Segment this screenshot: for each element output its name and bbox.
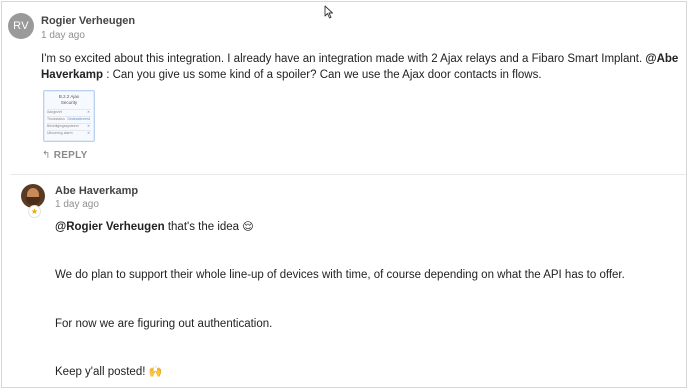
post-text: Keep y'all posted!	[55, 366, 149, 378]
raised-hands-emoji-icon: 🙌	[148, 365, 163, 378]
reply-label: REPLY	[53, 150, 88, 161]
post-line: @Rogier Verheugen that's the idea 😌	[55, 219, 675, 235]
avatar-beard	[26, 197, 40, 205]
reply-button[interactable]: ↰ REPLY	[42, 150, 88, 161]
attachment-row: Uitvoering alarm ✕	[47, 130, 91, 135]
post-rogier: RV Rogier Verheugen 1 day ago I'm so exc…	[2, 2, 686, 174]
topic-thread: RV Rogier Verheugen 1 day ago I'm so exc…	[1, 1, 687, 388]
author-name[interactable]: Abe Haverkamp	[55, 185, 138, 197]
attachment-row: Aangezet ✕	[47, 109, 91, 114]
post-abe	[2, 175, 686, 391]
post-text: I'm so excited about this integration. I…	[41, 53, 646, 65]
avatar[interactable]: RV	[8, 13, 34, 39]
attachment-title: B.2.2 Ajax Security	[58, 94, 80, 105]
post-date[interactable]: 1 day ago	[41, 30, 85, 41]
relieved-emoji-icon: 😌	[242, 220, 254, 233]
post-line: Keep y'all posted! 🙌	[55, 364, 675, 380]
image-attachment[interactable]: B.2.2 Ajax Security Aangezet ✕ Thuisstatu…	[43, 90, 95, 142]
attachment-row: Beveiligingssysteem ✕	[47, 123, 91, 128]
mention-link[interactable]: @Rogier Verheugen	[55, 221, 165, 233]
post-date[interactable]: 1 day ago	[55, 199, 99, 210]
post-text: that's the idea	[164, 221, 243, 233]
author-name[interactable]: Rogier Verheugen	[41, 15, 135, 27]
star-icon: ★	[28, 205, 41, 218]
reply-icon: ↰	[42, 150, 51, 161]
post-body: I'm so excited about this integration. I…	[41, 51, 681, 83]
mouse-cursor-icon	[324, 5, 333, 19]
post-line: We do plan to support their whole line-u…	[55, 269, 625, 281]
post-text: : Can you give us some kind of a spoiler…	[103, 69, 542, 81]
post-line: For now we are figuring out authenticati…	[55, 318, 273, 330]
attachment-row: Thuisstatus Gedeactiveerd	[47, 116, 91, 121]
